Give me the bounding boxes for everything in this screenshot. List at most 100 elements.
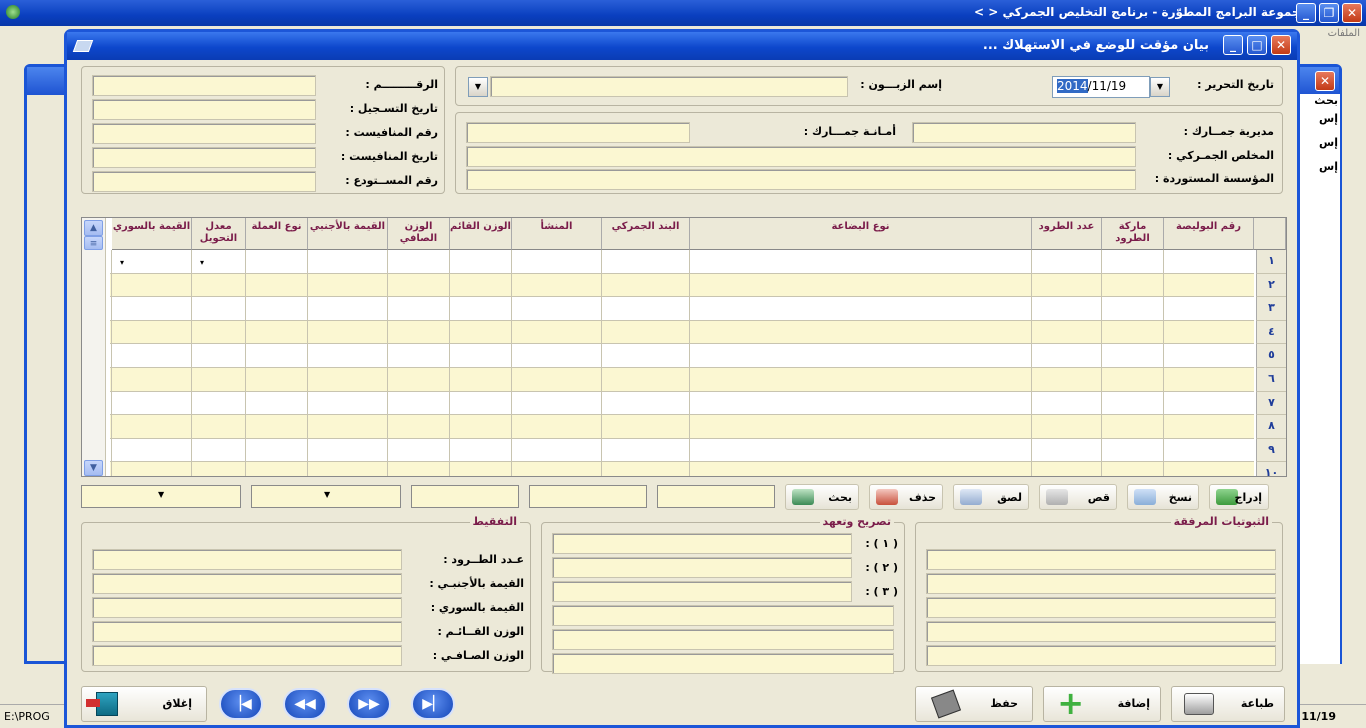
save-button[interactable]: حفظ	[915, 686, 1033, 722]
warehouse-number-field[interactable]	[92, 171, 316, 192]
audit-title: التفقيط	[469, 515, 520, 528]
insert-button[interactable]: إدراج	[1209, 484, 1269, 510]
attachment-field[interactable]	[926, 549, 1276, 570]
table-row[interactable]	[110, 297, 1254, 321]
restore-icon[interactable]: ❐	[1319, 3, 1339, 23]
column-header[interactable]: نوع العملة	[246, 218, 308, 250]
customs-trust-field[interactable]	[466, 122, 690, 143]
customs-directorate-field[interactable]	[912, 122, 1136, 143]
last-record-icon[interactable]: ▶▏	[411, 688, 455, 720]
attachment-field[interactable]	[926, 645, 1276, 666]
table-row[interactable]	[110, 462, 1254, 476]
gross-weight-words-field[interactable]	[92, 621, 402, 642]
importing-firm-field[interactable]	[466, 169, 1136, 190]
row-number[interactable]: ٢	[1256, 273, 1286, 298]
syrian-value-words-field[interactable]	[92, 597, 402, 618]
audit-label: الوزن الصـافـي :	[432, 649, 524, 662]
cell-dropdown-icon[interactable]: ▾	[200, 258, 204, 267]
total-field-1[interactable]	[657, 485, 775, 508]
grid-scrollbar[interactable]: ▲ ≡ ▼	[82, 218, 106, 476]
total-field-4[interactable]: ▼	[251, 485, 401, 508]
declaration-field-2[interactable]	[552, 557, 852, 578]
row-number[interactable]: ٣	[1256, 297, 1286, 321]
declaration-field-5[interactable]	[552, 629, 894, 650]
manifest-date-field[interactable]	[92, 147, 316, 168]
customs-broker-field[interactable]	[466, 146, 1136, 167]
column-header[interactable]: الوزن الصافي	[388, 218, 450, 250]
scroll-down-icon[interactable]: ▼	[84, 460, 103, 476]
row-number[interactable]: ٩	[1256, 438, 1286, 463]
background-close-icon[interactable]: ✕	[1315, 71, 1335, 91]
foreign-value-words-field[interactable]	[92, 573, 402, 594]
table-row[interactable]	[110, 439, 1254, 463]
registration-date-field[interactable]	[92, 99, 316, 120]
close-icon[interactable]: ✕	[1342, 3, 1362, 23]
column-header[interactable]: المنشأ	[512, 218, 602, 250]
package-count-words-field[interactable]	[92, 549, 402, 570]
table-row[interactable]	[110, 392, 1254, 416]
table-row[interactable]	[110, 368, 1254, 392]
row-number[interactable]: ٤	[1256, 320, 1286, 345]
search-button[interactable]: بحث	[785, 484, 859, 510]
table-row[interactable]	[110, 273, 1254, 298]
print-button[interactable]: طباعة	[1171, 686, 1285, 722]
column-header[interactable]: ماركة الطرود	[1102, 218, 1164, 250]
declaration-field-6[interactable]	[552, 653, 894, 674]
table-row[interactable]	[110, 344, 1254, 368]
row-number[interactable]: ٨	[1256, 415, 1286, 439]
column-header[interactable]: نوع البضاعة	[690, 218, 1032, 250]
row-number[interactable]: ٥	[1256, 344, 1286, 368]
date-picker-dropdown-icon[interactable]: ▼	[1150, 77, 1170, 97]
customer-dropdown-icon[interactable]: ▼	[468, 77, 488, 97]
declaration-field-3[interactable]	[552, 581, 852, 602]
column-header[interactable]: القيمة بالسوري	[112, 218, 192, 250]
row-number[interactable]: ١٠	[1256, 462, 1286, 476]
first-record-icon[interactable]: ▕◀	[219, 688, 263, 720]
total-field-2[interactable]	[529, 485, 647, 508]
table-row[interactable]	[110, 250, 1254, 274]
column-header[interactable]: القيمة بالأجنبي	[308, 218, 388, 250]
customer-field[interactable]	[490, 76, 848, 97]
total-field-3[interactable]	[411, 485, 519, 508]
scroll-up-icon[interactable]: ▲	[84, 220, 103, 236]
dialog-maximize-icon[interactable]: □	[1247, 35, 1267, 55]
declaration-field-1[interactable]	[552, 533, 852, 554]
declaration-field-4[interactable]	[552, 605, 894, 626]
attachment-field[interactable]	[926, 621, 1276, 642]
column-header[interactable]: الوزن القائم	[450, 218, 512, 250]
table-row[interactable]	[110, 320, 1254, 345]
column-header[interactable]: رقم البوليصة	[1164, 218, 1254, 250]
total-field-5[interactable]: ▼	[81, 485, 241, 508]
table-row[interactable]	[110, 415, 1254, 439]
net-weight-words-field[interactable]	[92, 645, 402, 666]
close-button[interactable]: إغلاق	[81, 686, 207, 722]
menu-files[interactable]: الملفات	[1328, 28, 1360, 39]
cell-dropdown-icon[interactable]: ▾	[120, 258, 124, 267]
goods-grid[interactable]: ▲ ≡ ▼ رقم البوليصة ماركة الطرود عدد الطرود…	[81, 217, 1287, 477]
add-button[interactable]: + إضافة	[1043, 686, 1161, 722]
attachment-field[interactable]	[926, 597, 1276, 618]
scroll-thumb[interactable]: ≡	[84, 236, 103, 250]
row-number[interactable]: ٧	[1256, 391, 1286, 416]
dialog-close-icon[interactable]: ✕	[1271, 35, 1291, 55]
column-header[interactable]: البند الجمركي	[602, 218, 690, 250]
edit-date-field[interactable]: 2014/11/19	[1052, 76, 1150, 98]
minimize-icon[interactable]: _	[1296, 3, 1316, 23]
dialog-minimize-icon[interactable]: _	[1223, 35, 1243, 55]
row-number[interactable]: ١	[1256, 250, 1286, 274]
copy-button[interactable]: نسخ	[1127, 484, 1199, 510]
manifest-date-label: تاريخ المنافيست :	[340, 150, 438, 163]
number-field[interactable]	[92, 75, 316, 96]
paste-button[interactable]: لصق	[953, 484, 1029, 510]
copy-icon	[1134, 489, 1156, 505]
row-number[interactable]: ٦	[1256, 368, 1286, 392]
cut-button[interactable]: قص	[1039, 484, 1117, 510]
next-record-icon[interactable]: ▶▶	[347, 688, 391, 720]
audit-label: القيمة بالأجنبـي :	[429, 577, 524, 590]
column-header[interactable]: عدد الطرود	[1032, 218, 1102, 250]
delete-button[interactable]: حذف	[869, 484, 943, 510]
manifest-number-field[interactable]	[92, 123, 316, 144]
attachment-field[interactable]	[926, 573, 1276, 594]
previous-record-icon[interactable]: ◀◀	[283, 688, 327, 720]
column-header[interactable]: معدل التحويل	[192, 218, 246, 250]
